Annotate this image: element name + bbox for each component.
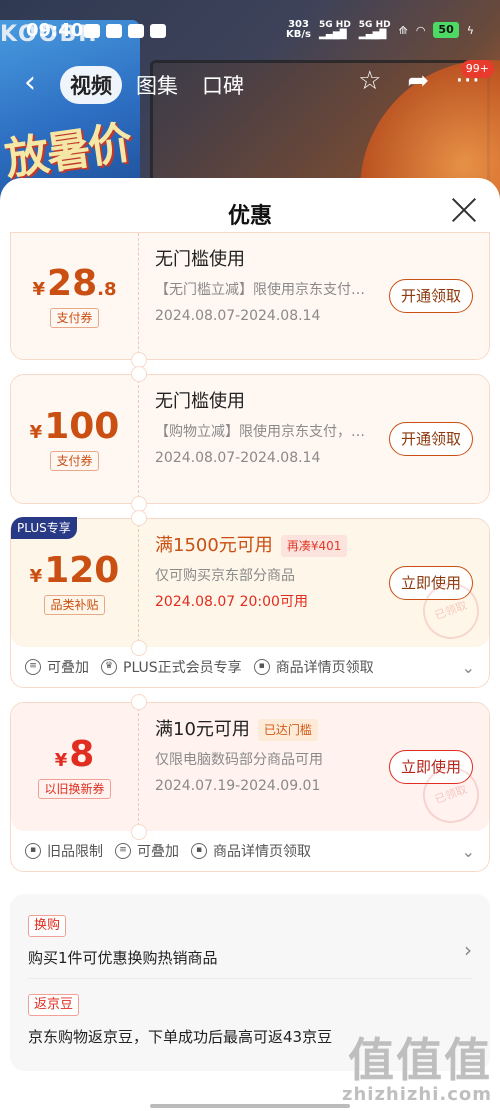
chevron-down-icon[interactable]: ⌄: [462, 658, 475, 677]
tab-gallery[interactable]: 图集: [126, 66, 188, 104]
app-notification-icon: [128, 24, 144, 38]
wifi-plus-icon: ⟰: [398, 23, 408, 37]
promotion-tag: 返京豆: [28, 994, 80, 1016]
chat-bubble-icon: [150, 24, 166, 38]
network-speed: 303 KB/s: [286, 19, 311, 40]
coupon-footer[interactable]: ▪ 旧品限制 ≡ 可叠加 ▪ 商品详情页领取 ⌄: [11, 831, 489, 871]
coupon-card: ¥ 8 以旧换新券 满10元可用 已达门槛 仅限电脑数码部分商品可用 2024.…: [10, 694, 490, 872]
app-notification-icon: [106, 24, 122, 38]
signal-1: 5G HD ▂▄▆█: [319, 20, 351, 40]
battery-indicator: 50: [433, 22, 459, 38]
back-icon[interactable]: ‹: [24, 68, 36, 98]
signal-2: 5G HD ▂▄▆█: [358, 20, 391, 40]
coupon-amount-block: ¥ 28 .8 支付券: [11, 233, 139, 359]
close-icon[interactable]: [450, 196, 478, 224]
coupon-small-icon: ▪: [191, 843, 207, 859]
coupon-card: PLUS专享 ¥ 120 品类补贴 满1500元可用 再凑¥401 仅可购买京东…: [10, 510, 490, 688]
media-tabs: 视频 图集 口碑: [60, 66, 254, 104]
coupon-type-tag: 品类补贴: [44, 595, 105, 615]
wifi-icon: ◠: [415, 23, 426, 37]
stack-icon: ≡: [115, 843, 131, 859]
coupon-condition: 无门槛使用: [155, 249, 245, 270]
coupon-type-tag: 以旧换新券: [38, 779, 111, 799]
coupon-description: 仅限电脑数码部分商品可用: [155, 752, 323, 768]
coupon-description: 【无门槛立减】限使用京东支付，部分商品: [155, 282, 365, 298]
threshold-reached-chip: 已达门槛: [257, 719, 318, 741]
coupon-amount-block: ¥ 100 支付券: [11, 375, 139, 503]
coupon-small-icon: ▪: [25, 843, 41, 859]
activate-claim-button[interactable]: 开通领取: [388, 279, 473, 313]
chevron-down-icon[interactable]: ⌄: [462, 842, 475, 861]
coupon-amount: ¥ 28 .8: [32, 263, 117, 304]
discount-sheet: 优惠 ¥ 28 .8 支付券 无门槛使用 【无门槛立减】限使用京东支付，部分商品…: [0, 178, 500, 1111]
promotion-text: 购买1件可优惠换购热销商品: [28, 949, 218, 967]
box-art-text: 放暑价: [1, 117, 134, 186]
tab-reviews[interactable]: 口碑: [192, 66, 254, 104]
home-indicator: [150, 1104, 350, 1108]
star-icon[interactable]: ☆: [358, 66, 381, 96]
coupon-condition: 满10元可用 已达门槛: [155, 717, 489, 743]
coupon-info: 无门槛使用 【购物立减】限使用京东支付，部分商品 2024.08.07-2024…: [139, 375, 489, 503]
coupon-amount: ¥ 8: [54, 734, 95, 775]
notification-icons: [84, 24, 166, 38]
coupon-small-icon: ▪: [253, 659, 270, 675]
coupon-description: 【购物立减】限使用京东支付，部分商品: [155, 424, 365, 440]
coupon-condition: 满1500元可用 再凑¥401: [155, 533, 489, 559]
message-badge: 99+: [460, 60, 494, 78]
shortfall-chip: 再凑¥401: [280, 535, 348, 557]
top-nav: ‹ 视频 图集 口碑 ☆ ➦ ··· 99+: [0, 60, 500, 108]
status-time: 09:40: [26, 20, 84, 41]
share-icon[interactable]: ➦: [407, 66, 429, 96]
promotion-tag: 换购: [28, 915, 67, 937]
coupon-amount: ¥ 120: [29, 550, 120, 591]
wechat-icon: [84, 24, 100, 38]
coupon-amount-block: ¥ 8 以旧换新券: [11, 703, 139, 831]
status-right: 303 KB/s 5G HD ▂▄▆█ 5G HD ▂▄▆█ ⟰ ◠ 50 ϟ: [286, 19, 474, 41]
coupon-amount-block: ¥ 120 品类补贴: [11, 519, 139, 647]
promotion-item[interactable]: 换购 购买1件可优惠换购热销商品 ›: [28, 908, 472, 978]
coupon-type-tag: 支付券: [50, 451, 99, 471]
site-watermark: 值值值 zhizhizhi.com: [341, 1033, 492, 1105]
coupon-card: ¥ 100 支付券 无门槛使用 【购物立减】限使用京东支付，部分商品 2024.…: [10, 366, 490, 512]
coupon-description: 仅可购买京东部分商品: [155, 568, 295, 584]
coupon-type-tag: 支付券: [50, 308, 99, 328]
crown-icon: ♛: [101, 659, 117, 675]
coupon-card: ¥ 28 .8 支付券 无门槛使用 【无门槛立减】限使用京东支付，部分商品 20…: [10, 232, 490, 368]
coupon-footer[interactable]: ≡ 可叠加 ♛ PLUS正式会员专享 ▪ 商品详情页领取 ⌄: [11, 647, 489, 687]
status-bar: 09:40 303 KB/s 5G HD ▂▄▆█ 5G HD ▂▄▆█ ⟰ ◠ 5…: [0, 0, 500, 60]
coupon-amount: ¥ 100: [29, 406, 120, 447]
coupon-list: ¥ 28 .8 支付券 无门槛使用 【无门槛立减】限使用京东支付，部分商品 20…: [0, 232, 500, 1071]
coupon-condition: 无门槛使用: [155, 391, 245, 412]
activate-claim-button[interactable]: 开通领取: [388, 422, 473, 456]
tab-video[interactable]: 视频: [60, 66, 122, 104]
charging-icon: ϟ: [466, 23, 474, 37]
coupon-info: 无门槛使用 【无门槛立减】限使用京东支付，部分商品 2024.08.07-202…: [139, 233, 489, 359]
stack-icon: ≡: [25, 659, 41, 675]
chevron-right-icon: ›: [464, 938, 472, 962]
sheet-title: 优惠: [227, 204, 272, 229]
